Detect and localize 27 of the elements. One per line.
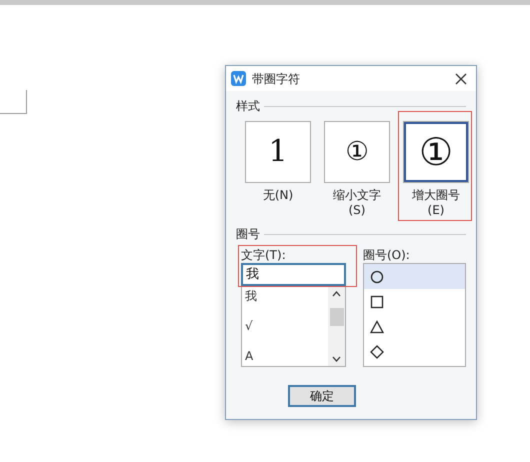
style-option-label: 无(N) <box>262 188 294 203</box>
field-label: 圈号(O): <box>363 247 411 263</box>
triangle-icon <box>370 320 384 334</box>
style-option-label: 缩小文字(S) <box>332 188 382 218</box>
section-label: 样式 <box>236 98 260 115</box>
style-option[interactable]: ① <box>324 121 390 183</box>
list-item[interactable]: A <box>245 349 325 364</box>
scroll-down-icon[interactable] <box>332 356 341 362</box>
scroll-thumb[interactable] <box>330 308 344 326</box>
window-title: 带圈字符 <box>252 70 300 88</box>
diamond-icon <box>370 344 384 358</box>
list-item[interactable]: √ <box>245 319 325 334</box>
close-icon <box>455 72 467 84</box>
text-cursor-mark <box>0 90 27 114</box>
text-input-field[interactable]: 我 <box>241 263 346 286</box>
enclosure-option[interactable] <box>364 264 465 289</box>
style-option[interactable]: 1 <box>245 121 311 183</box>
square-icon <box>370 294 384 308</box>
scroll-up-icon[interactable] <box>332 291 341 297</box>
style-option[interactable]: ① <box>403 121 469 183</box>
ok-button[interactable]: 确定 <box>288 385 356 407</box>
circle-icon <box>370 270 384 284</box>
list-item[interactable]: 我 <box>245 289 325 304</box>
app-logo-icon <box>231 71 246 86</box>
section-label: 圈号 <box>236 226 260 243</box>
style-option-label: 增大圈号(E) <box>411 188 461 218</box>
field-label: 文字(T): <box>241 247 287 263</box>
